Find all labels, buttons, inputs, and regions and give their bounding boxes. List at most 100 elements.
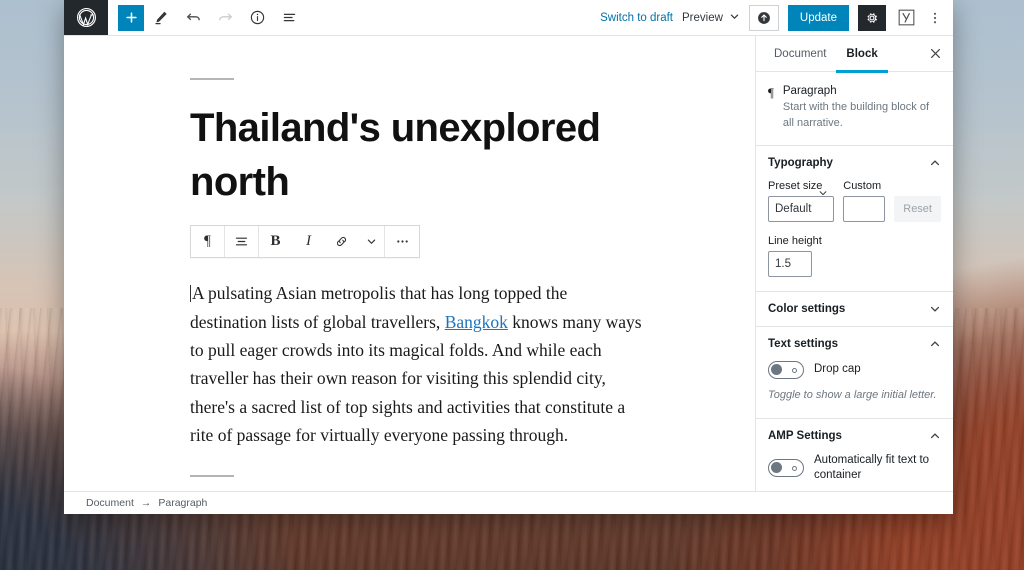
custom-size-label: Custom	[843, 180, 885, 192]
block-info-title: Paragraph	[783, 85, 941, 97]
pencil-icon[interactable]	[146, 3, 176, 33]
preset-size-row: Preset size Default Custom	[768, 180, 941, 222]
panel-text-settings: Text settings Drop cap	[756, 327, 953, 418]
breadcrumb-paragraph[interactable]: Paragraph	[158, 497, 207, 509]
preview-label: Preview	[682, 12, 723, 24]
editor-canvas-inner: Thailand's unexplored north ¶ B I	[64, 36, 755, 491]
settings-gear-button[interactable]	[858, 5, 886, 31]
chevron-up-icon	[929, 338, 941, 350]
chevron-down-icon	[366, 236, 377, 247]
yoast-seo-icon[interactable]	[895, 7, 917, 29]
block-navigation-icon[interactable]	[274, 3, 304, 33]
heading-rule-divider	[190, 475, 234, 477]
line-height-field: Line height	[768, 235, 941, 277]
preset-size-label: Preset size	[768, 180, 834, 192]
sidebar-tab-bar: Document Block	[756, 36, 953, 72]
add-block-button[interactable]	[118, 5, 144, 31]
text-align-icon	[234, 234, 249, 249]
second-heading-block[interactable]: Phi Phi Islands	[190, 475, 755, 491]
info-circle-icon[interactable]	[242, 3, 272, 33]
wordpress-logo-icon[interactable]	[64, 0, 108, 35]
amp-fit-text-row: Automatically fit text to container	[768, 453, 941, 484]
toggle-off-dot	[792, 466, 797, 471]
close-sidebar-button[interactable]	[924, 43, 946, 65]
editor-body: Thailand's unexplored north ¶ B I	[64, 36, 953, 491]
block-toolbar: ¶ B I	[190, 225, 420, 258]
chevron-down-icon	[729, 11, 740, 25]
gear-icon	[865, 11, 879, 25]
panel-typography-body: Preset size Default Custom	[756, 180, 953, 291]
chevron-down-icon	[929, 303, 941, 315]
block-more-options-button[interactable]	[385, 226, 419, 257]
chevron-up-icon	[929, 430, 941, 442]
link-icon	[334, 234, 349, 249]
panel-amp-settings-title: AMP Settings	[768, 430, 842, 442]
panel-text-settings-body: Drop cap Toggle to show a large initial …	[756, 361, 953, 417]
drop-cap-row: Drop cap	[768, 361, 941, 379]
custom-size-input[interactable]	[843, 196, 885, 222]
block-info-description: Start with the building block of all nar…	[783, 100, 941, 131]
more-formatting-chevron-button[interactable]	[358, 226, 384, 257]
paragraph-pilcrow-icon: ¶	[204, 233, 211, 250]
preview-button[interactable]: Preview	[682, 11, 740, 25]
custom-size-field: Custom	[843, 180, 885, 222]
post-paragraph-block[interactable]: A pulsating Asian metropolis that has lo…	[190, 279, 642, 449]
post-title[interactable]: Thailand's unexplored north	[190, 102, 636, 209]
panel-typography: Typography Preset size Default	[756, 146, 953, 292]
panel-color-settings: Color settings	[756, 292, 953, 327]
text-align-button[interactable]	[225, 226, 258, 257]
panel-color-settings-title: Color settings	[768, 303, 845, 315]
toggle-knob	[771, 462, 782, 473]
switch-to-draft-button[interactable]: Switch to draft	[600, 12, 673, 24]
kebab-menu-icon	[928, 11, 942, 25]
block-info-card: ¶ Paragraph Start with the building bloc…	[756, 72, 953, 146]
tab-block[interactable]: Block	[836, 36, 887, 72]
drop-cap-help-text: Toggle to show a large initial letter.	[768, 388, 941, 403]
bangkok-link[interactable]: Bangkok	[445, 312, 508, 332]
publish-up-arrow-icon	[756, 10, 772, 26]
more-menu-button[interactable]	[926, 5, 944, 31]
bold-button[interactable]: B	[259, 226, 292, 257]
italic-button[interactable]: I	[292, 226, 325, 257]
panel-amp-settings-header[interactable]: AMP Settings	[756, 419, 953, 453]
drop-cap-label: Drop cap	[814, 362, 861, 378]
publish-status-button[interactable]	[749, 5, 779, 31]
chevron-up-icon	[929, 157, 941, 169]
preset-size-select[interactable]: Default	[768, 196, 834, 222]
panel-amp-settings-body: Automatically fit text to container	[756, 453, 953, 491]
undo-arrow-icon[interactable]	[178, 3, 208, 33]
toggle-knob	[771, 364, 782, 375]
editor-top-bar: Switch to draft Preview Update	[64, 0, 953, 36]
redo-arrow-icon[interactable]	[210, 3, 240, 33]
breadcrumb: Document → Paragraph	[64, 491, 953, 514]
panel-color-settings-header[interactable]: Color settings	[756, 292, 953, 326]
title-rule-divider	[190, 78, 234, 80]
ellipsis-icon	[395, 234, 410, 249]
paragraph-pilcrow-icon: ¶	[768, 85, 774, 131]
drop-cap-toggle[interactable]	[768, 361, 804, 379]
line-height-label: Line height	[768, 235, 941, 247]
block-type-paragraph-button[interactable]: ¶	[191, 226, 224, 257]
panel-typography-header[interactable]: Typography	[756, 146, 953, 180]
amp-fit-text-toggle[interactable]	[768, 459, 804, 477]
settings-sidebar: Document Block ¶ Paragraph Start with th…	[756, 36, 953, 491]
link-button[interactable]	[325, 226, 358, 257]
text-caret	[190, 285, 191, 302]
panel-typography-title: Typography	[768, 157, 833, 169]
breadcrumb-arrow-icon: →	[141, 497, 152, 509]
app-window: Switch to draft Preview Update	[64, 0, 953, 514]
update-button[interactable]: Update	[788, 5, 849, 31]
panel-text-settings-header[interactable]: Text settings	[756, 327, 953, 361]
tab-document[interactable]: Document	[764, 36, 836, 72]
breadcrumb-document[interactable]: Document	[86, 497, 134, 509]
amp-fit-text-label: Automatically fit text to container	[814, 453, 941, 484]
close-x-icon	[929, 47, 942, 60]
panel-text-settings-title: Text settings	[768, 338, 838, 350]
reset-button[interactable]: Reset	[894, 196, 941, 222]
top-bar-left-tools	[108, 0, 304, 35]
toggle-off-dot	[792, 368, 797, 373]
editor-canvas[interactable]: Thailand's unexplored north ¶ B I	[64, 36, 756, 491]
top-bar-right-tools: Switch to draft Preview Update	[600, 0, 953, 35]
line-height-input[interactable]	[768, 251, 812, 277]
panel-amp-settings: AMP Settings Automatically fit text to c	[756, 419, 953, 491]
